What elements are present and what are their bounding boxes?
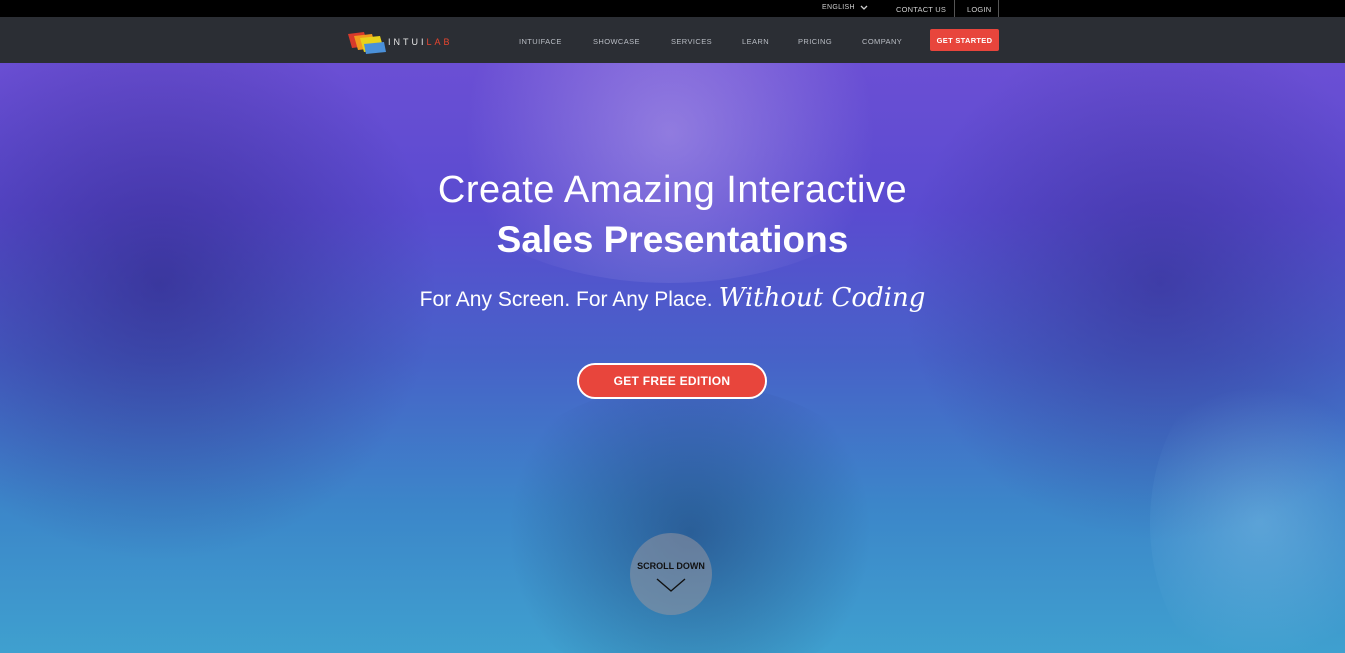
contact-us-link[interactable]: CONTACT US: [896, 5, 946, 14]
hero-subtitle-text: For Any Screen. For Any Place.: [419, 288, 713, 311]
divider: [998, 0, 999, 17]
get-free-edition-button[interactable]: GET FREE EDITION: [577, 363, 767, 399]
scroll-down-label: SCROLL DOWN: [637, 561, 705, 571]
login-link[interactable]: LOGIN: [967, 5, 991, 14]
logo-wordmark: INTUILAB: [388, 37, 453, 47]
hero-subtitle: For Any Screen. For Any Place. Without Co…: [0, 283, 1345, 313]
hero-subtitle-script: Without Coding: [718, 283, 926, 313]
logo-text-lab: LAB: [426, 37, 453, 47]
divider: [954, 0, 955, 17]
logo-mark-icon: [348, 32, 386, 54]
scroll-down-button[interactable]: SCROLL DOWN: [630, 533, 712, 615]
nav-learn[interactable]: LEARN: [742, 37, 769, 46]
hero-background-shape: [0, 63, 440, 563]
language-label: ENGLISH: [822, 4, 855, 11]
main-navbar: INTUILAB INTUIFACE SHOWCASE SERVICES LEA…: [0, 17, 1345, 63]
hero-title-line2: Sales Presentations: [496, 219, 849, 260]
top-utility-bar: ENGLISH CONTACT US LOGIN: [0, 0, 1345, 17]
nav-intuiface[interactable]: INTUIFACE: [519, 37, 562, 46]
hero-background-shape: [480, 383, 900, 653]
nav-showcase[interactable]: SHOWCASE: [593, 37, 640, 46]
hero-title-line1: Create Amazing Interactive: [437, 169, 908, 211]
language-selector[interactable]: ENGLISH: [822, 4, 868, 11]
nav-services[interactable]: SERVICES: [671, 37, 712, 46]
intuilab-logo[interactable]: INTUILAB: [346, 30, 466, 54]
nav-company[interactable]: COMPANY: [862, 37, 902, 46]
nav-pricing[interactable]: PRICING: [798, 37, 832, 46]
logo-text-intui: INTUI: [388, 37, 427, 47]
chevron-down-icon: [860, 5, 868, 10]
get-started-button[interactable]: GET STARTED: [930, 29, 999, 51]
hero-section: Create Amazing Interactive Sales Present…: [0, 63, 1345, 653]
chevron-down-icon: [656, 578, 686, 592]
